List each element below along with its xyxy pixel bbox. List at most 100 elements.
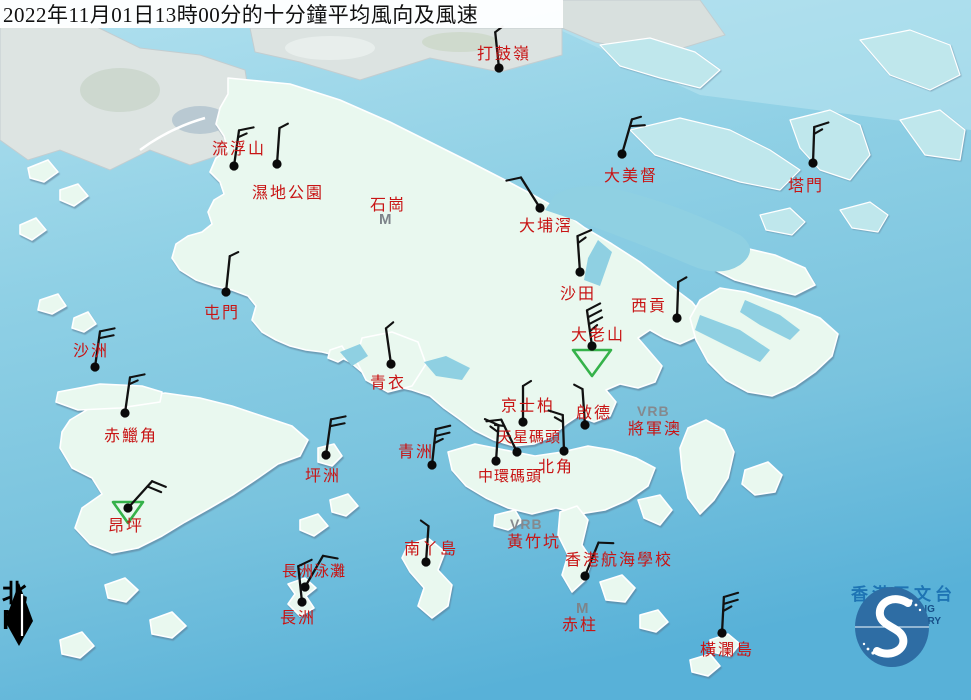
gust-triangle-icon [573, 350, 611, 376]
station-label: 大美督 [604, 167, 658, 185]
station-dot [427, 460, 436, 469]
stations-layer: 打鼓嶺流浮山濕地公園石崗M大美督塔門大埔滘沙田屯門西貢沙洲大老山青衣赤鱲角京士柏… [0, 0, 971, 700]
station-dot [229, 161, 238, 170]
station-label: 打鼓嶺 [477, 45, 531, 63]
variable-wind-label: VRB [637, 403, 670, 419]
station-dot [297, 597, 306, 606]
station-dot [717, 628, 726, 637]
station: 黃竹坑VRB [507, 516, 561, 551]
title-bar: 2022年11月01日13時00分的十分鐘平均風向及風速 [0, 0, 563, 28]
station: 大美督 [604, 115, 658, 185]
station: 昂坪 [108, 478, 166, 535]
station-label: 昂坪 [108, 517, 144, 535]
map-title: 2022年11月01日13時00分的十分鐘平均風向及風速 [0, 0, 478, 29]
station: 橫瀾島 [700, 592, 754, 659]
station: 赤鱲角 [104, 372, 158, 445]
missing-data-label: M [576, 600, 589, 617]
station-label: 香港航海學校 [565, 551, 673, 569]
station: 將軍澳VRB [628, 403, 682, 438]
station: 啟德 [574, 384, 612, 430]
station-dot [580, 571, 589, 580]
station-dot [321, 450, 330, 459]
variable-wind-label: VRB [510, 516, 543, 532]
wind-barb-icon [577, 230, 594, 272]
station-label: 流浮山 [212, 140, 266, 158]
station-dot [518, 417, 527, 426]
wind-barb-icon [128, 478, 166, 518]
station-label: 青洲 [398, 443, 434, 461]
compass-north: 北 N [2, 582, 42, 633]
station-label: 將軍澳 [628, 420, 682, 438]
station-dot [575, 267, 584, 276]
station-label: 京士柏 [501, 397, 555, 415]
station-dot [421, 557, 430, 566]
wind-barb-icon [277, 123, 288, 164]
station: 香港航海學校 [565, 538, 673, 581]
station-label: 沙洲 [73, 343, 109, 360]
station-dot [272, 159, 281, 168]
station-label: 西貢 [631, 298, 667, 315]
station-label: 坪洲 [305, 467, 341, 485]
north-arrow-icon [2, 582, 38, 648]
station-label: 赤鱲角 [104, 427, 158, 445]
station-dot [512, 447, 521, 456]
station: 坪洲 [305, 414, 346, 485]
station-label: 大老山 [571, 326, 625, 344]
station-dot [808, 158, 817, 167]
hko-logo: 香港天文台 HONG KONG OBSERVATORY [836, 586, 971, 628]
wind-barb-icon [432, 424, 450, 466]
station-label: 塔門 [788, 177, 824, 195]
station: 沙洲 [73, 326, 115, 371]
station-dot [123, 503, 132, 512]
wind-barb-icon [506, 173, 540, 215]
station-label: 屯門 [204, 304, 240, 322]
hko-logo-icon [836, 586, 971, 670]
station: 赤柱M [562, 600, 598, 634]
station-dot [90, 362, 99, 371]
station-label: 北角 [538, 458, 574, 476]
station-dot [494, 63, 503, 72]
station: 塔門 [788, 122, 828, 195]
station: 濕地公園 [252, 123, 324, 202]
station-label: 橫瀾島 [700, 641, 754, 659]
wind-barb-icon [813, 122, 828, 163]
station: 沙田 [560, 230, 596, 303]
wind-barb-icon [722, 592, 738, 634]
wind-barb-icon [226, 251, 238, 293]
station: 南丫島 [404, 521, 458, 567]
station-label: 長洲泳灘 [282, 563, 346, 580]
wind-barb-icon [385, 322, 399, 364]
station-dot [386, 359, 395, 368]
missing-data-label: M [379, 211, 392, 228]
station-label: 中環碼頭 [478, 468, 542, 485]
station: 流浮山 [212, 125, 266, 170]
station: 西貢 [631, 277, 686, 323]
station-label: 黃竹坑 [507, 533, 561, 551]
station: 長洲泳灘 [282, 551, 346, 594]
station: 大埔滘 [506, 173, 573, 235]
station: 青衣 [370, 322, 406, 392]
station-label: 濕地公園 [252, 184, 324, 202]
wind-barb-icon [326, 414, 346, 457]
station-dot [221, 287, 230, 296]
station-dot [120, 408, 129, 417]
station-dot [491, 456, 500, 465]
station-dot [617, 149, 626, 158]
station: 大老山 [571, 303, 625, 376]
wind-barb-icon [125, 372, 145, 415]
station-label: 赤柱 [562, 616, 598, 634]
station-label: 長洲 [280, 609, 316, 627]
station: 青洲 [398, 424, 450, 469]
station-label: 南丫島 [404, 540, 458, 558]
station-label: 天星碼頭 [497, 429, 561, 446]
station-dot [672, 313, 681, 322]
station: 中環碼頭 [478, 419, 542, 485]
wind-map: 打鼓嶺流浮山濕地公園石崗M大美督塔門大埔滘沙田屯門西貢沙洲大老山青衣赤鱲角京士柏… [0, 0, 971, 700]
station: 京士柏 [501, 381, 555, 427]
station-label: 啟德 [576, 404, 612, 422]
station-label: 大埔滘 [519, 217, 573, 235]
wind-barb-icon [677, 277, 686, 318]
station: 屯門 [204, 251, 240, 322]
station-label: 沙田 [560, 286, 596, 303]
station: 打鼓嶺 [477, 26, 531, 72]
